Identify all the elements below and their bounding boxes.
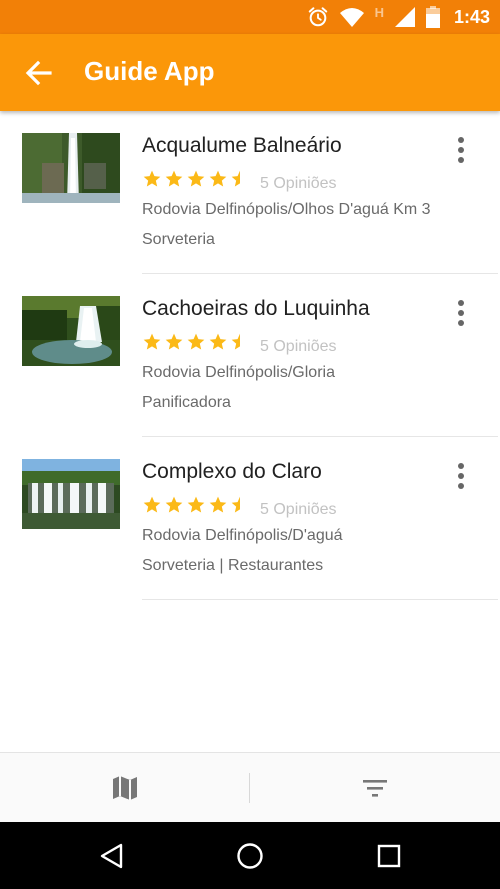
place-thumbnail <box>22 459 120 529</box>
star-icon <box>187 333 205 350</box>
place-address: Rodovia Delfinópolis/Gloria <box>142 364 335 381</box>
place-name: Acqualume Balneário <box>142 134 342 157</box>
alarm-icon <box>308 7 327 27</box>
more-vert-icon <box>458 300 464 306</box>
star-rating <box>142 169 250 189</box>
map-button[interactable] <box>0 753 249 823</box>
star-icon <box>187 170 205 187</box>
review-count[interactable]: 5 Opiniões <box>260 338 337 356</box>
list-item[interactable]: Cachoeiras do Luquinha 5 Opiniões Rodovi… <box>0 274 500 437</box>
battery-icon <box>425 6 440 28</box>
review-count[interactable]: 5 Opiniões <box>260 501 337 519</box>
nav-home-icon <box>237 842 263 869</box>
star-rating <box>142 495 250 515</box>
filter-button[interactable] <box>250 753 499 823</box>
star-icon <box>209 333 227 350</box>
star-icon <box>165 170 183 187</box>
more-options-button[interactable] <box>449 463 473 489</box>
place-address: Rodovia Delfinópolis/D'aguá <box>142 527 343 544</box>
review-count[interactable]: 5 Opiniões <box>260 175 337 193</box>
more-vert-icon <box>458 137 464 143</box>
place-categories: Sorveteria | Restaurantes <box>142 557 324 574</box>
nav-back-icon <box>100 843 123 868</box>
status-time: 1:43 <box>453 6 490 27</box>
nav-recents-button[interactable] <box>349 822 429 889</box>
divider <box>142 599 498 600</box>
status-bar: H 1:43 <box>0 0 500 34</box>
app-title: Guide App <box>84 56 215 86</box>
app-bar: Guide App <box>0 34 500 111</box>
map-icon <box>112 776 137 800</box>
star-half-icon <box>231 170 240 187</box>
star-icon <box>187 496 205 513</box>
arrow-back-icon <box>25 60 52 86</box>
star-icon <box>165 333 183 350</box>
more-options-button[interactable] <box>449 300 473 326</box>
place-thumbnail <box>22 296 120 366</box>
star-rating <box>142 332 250 352</box>
star-icon <box>143 496 161 513</box>
nav-home-button[interactable] <box>210 822 290 889</box>
star-half-icon <box>231 496 240 513</box>
list-item[interactable]: Acqualume Balneário 5 Opiniões Rodovia D… <box>0 111 500 274</box>
place-categories: Panificadora <box>142 394 231 411</box>
network-type-label: H <box>374 4 384 20</box>
star-icon <box>143 170 161 187</box>
place-categories: Sorveteria <box>142 231 215 248</box>
system-nav-bar <box>0 822 500 889</box>
filter-icon <box>362 780 387 797</box>
bottom-bar <box>0 752 500 823</box>
more-options-button[interactable] <box>449 137 473 163</box>
more-vert-icon <box>458 463 464 469</box>
star-icon <box>209 496 227 513</box>
signal-icon <box>394 7 415 27</box>
places-list: Acqualume Balneário 5 Opiniões Rodovia D… <box>0 111 500 600</box>
star-icon <box>165 496 183 513</box>
nav-recents-icon <box>377 844 401 867</box>
place-address: Rodovia Delfinópolis/Olhos D'aguá Km 3 <box>142 201 431 218</box>
place-name: Cachoeiras do Luquinha <box>142 297 370 320</box>
star-icon <box>143 333 161 350</box>
wifi-icon <box>339 8 364 27</box>
star-half-icon <box>231 333 240 350</box>
star-icon <box>209 170 227 187</box>
place-thumbnail <box>22 133 120 203</box>
status-icons: H 1:43 <box>307 5 490 29</box>
nav-back-button[interactable] <box>72 822 152 889</box>
list-item[interactable]: Complexo do Claro 5 Opiniões Rodovia Del… <box>0 437 500 600</box>
place-name: Complexo do Claro <box>142 460 322 483</box>
back-button[interactable] <box>24 59 54 87</box>
